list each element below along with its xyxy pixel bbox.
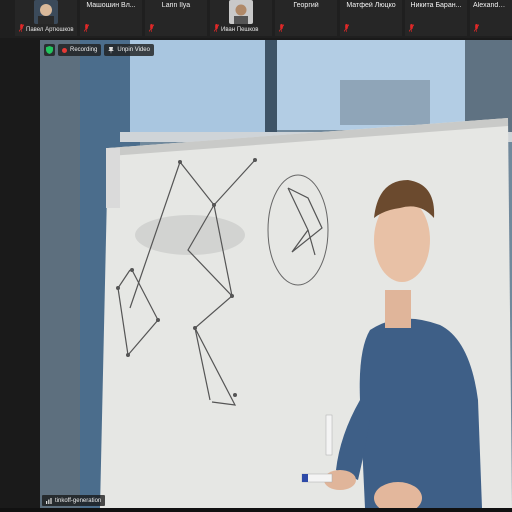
active-speaker-video[interactable]: Recording Unpin Video tinkoff-generation — [40, 40, 512, 508]
shield-icon — [46, 46, 53, 54]
participant-name: Никита Баран... — [410, 2, 462, 9]
meeting-indicators: Recording Unpin Video — [44, 44, 154, 56]
muted-mic-icon — [344, 24, 349, 32]
pin-icon — [108, 46, 115, 54]
participant-tile[interactable]: Larin Ilya — [145, 0, 207, 36]
participant-tile[interactable]: Иван Пешков — [210, 0, 272, 36]
participant-name: Машошин Вл... — [86, 2, 136, 9]
signal-bars-icon — [46, 497, 52, 504]
participant-tile[interactable]: Никита Баран... — [405, 0, 467, 36]
participant-tile[interactable]: Павел Артюшков — [15, 0, 77, 36]
participant-name: Alexander R... — [473, 2, 512, 9]
participant-tile[interactable]: Alexander R... — [470, 0, 512, 36]
participant-tile[interactable]: Машошин Вл... — [80, 0, 142, 36]
muted-mic-icon — [474, 24, 479, 32]
meeting-controls-bar — [0, 508, 512, 512]
muted-mic-icon — [279, 24, 284, 32]
participant-video-thumbnail — [229, 0, 253, 24]
whiteboard-scene — [40, 40, 512, 508]
muted-mic-icon — [19, 24, 24, 32]
participant-tile[interactable]: Георгий — [275, 0, 337, 36]
participant-gallery-strip: Павел Артюшков Машошин Вл... Larin Ilya — [0, 0, 512, 38]
recording-label: Recording — [70, 47, 98, 53]
security-indicator[interactable] — [44, 44, 55, 56]
active-speaker-name: tinkoff-generation — [55, 497, 102, 504]
active-speaker-name-label: tinkoff-generation — [42, 495, 106, 506]
recording-indicator[interactable]: Recording — [58, 44, 102, 56]
muted-mic-icon — [409, 24, 414, 32]
participant-name: Георгий — [293, 2, 319, 9]
muted-mic-icon — [214, 24, 219, 32]
participant-tile[interactable]: Матфей Люцко — [340, 0, 402, 36]
muted-mic-icon — [149, 24, 154, 32]
participant-name: Павел Артюшков — [26, 27, 74, 33]
muted-mic-icon — [84, 24, 89, 32]
unpin-video-button[interactable]: Unpin Video — [104, 44, 154, 56]
recording-dot-icon — [62, 47, 67, 53]
unpin-video-label: Unpin Video — [117, 47, 150, 53]
participant-name: Иван Пешков — [221, 27, 259, 33]
participant-video-thumbnail — [34, 0, 58, 24]
participant-name: Матфей Люцко — [346, 2, 396, 9]
participant-name: Larin Ilya — [161, 2, 191, 9]
